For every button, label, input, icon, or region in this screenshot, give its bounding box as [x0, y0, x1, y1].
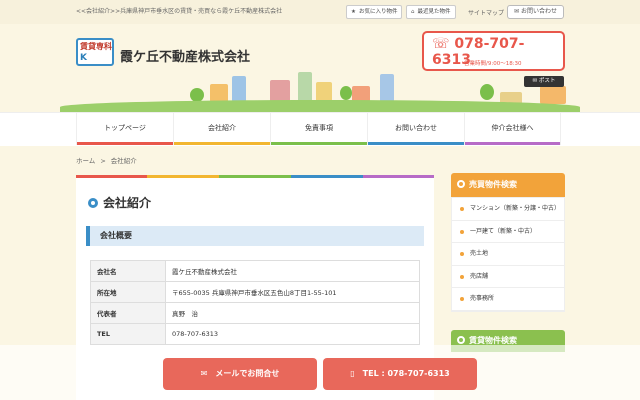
table-key: 代表者	[90, 302, 166, 324]
building-illustration	[316, 82, 332, 102]
page-title-text: 会社紹介	[103, 196, 152, 210]
recent-label: 最近見た物件	[417, 9, 451, 15]
circle-icon	[88, 198, 98, 208]
table-row: 会社名 霞ケ丘不動産株式会社	[90, 260, 420, 282]
contact-top-label: お問い合わせ	[520, 8, 557, 15]
company-info-table: 会社名 霞ケ丘不動産株式会社 所在地 〒655-0035 兵庫県神戸市垂水区五色…	[90, 260, 420, 345]
table-key: TEL	[90, 323, 166, 345]
nav-underline	[465, 142, 560, 145]
sidebar-item-shop[interactable]: 売店舗	[452, 266, 564, 289]
sidebar-item-office[interactable]: 売事務所	[452, 288, 564, 311]
table-value: 真野 治	[165, 302, 420, 324]
contact-top-button[interactable]: ✉ お問い合わせ	[507, 5, 564, 19]
table-value: 〒655-0035 兵庫県神戸市垂水区五色山8丁目1-55-101	[165, 281, 420, 303]
mail-contact-label: メールでお問合せ	[215, 369, 280, 378]
circle-icon	[457, 336, 465, 344]
sidebar-heading-text: 売買物件検索	[469, 180, 517, 189]
top-breadcrumb[interactable]: <<会社紹介>>兵庫県神戸市垂水区の賃貸・売買なら霞ケ丘不動産株式会社	[76, 6, 282, 15]
table-row: 所在地 〒655-0035 兵庫県神戸市垂水区五色山8丁目1-55-101	[90, 281, 420, 303]
house-icon: ⌂	[411, 9, 415, 15]
mail-icon: ✉	[200, 369, 208, 378]
cta-overlay	[0, 345, 640, 400]
nav-item-agents[interactable]: 仲介会社様へ	[464, 113, 561, 145]
nav-item-disclaimer[interactable]: 免責事項	[270, 113, 367, 145]
site-header: 賃貸専科 K 霞ケ丘不動産株式会社 ☏ 078-707-6313 営業時間/9:…	[0, 24, 640, 112]
mail-icon: ✉	[514, 8, 521, 15]
business-hours: 営業時間/9:00～18:30	[464, 61, 522, 67]
circle-icon	[457, 180, 465, 188]
sidebar-list: マンション（新築・分譲・中古） 一戸建て（新築・中古） 売土地 売店舗 売事務所	[451, 197, 565, 312]
nav-underline	[77, 142, 173, 145]
tree-illustration	[480, 84, 494, 100]
sitemap-link[interactable]: サイトマップ	[468, 8, 504, 17]
nav-label: 仲介会社様へ	[491, 124, 534, 132]
nav-label: お問い合わせ	[395, 124, 437, 132]
section-heading: 会社概要	[86, 226, 424, 246]
house-illustration	[540, 86, 566, 104]
nav-item-top[interactable]: トップページ	[76, 113, 173, 145]
grass-illustration	[60, 100, 580, 112]
nav-underline	[271, 142, 367, 145]
nav-item-company[interactable]: 会社紹介	[173, 113, 270, 145]
phone-icon: ☏	[432, 36, 455, 52]
recent-button[interactable]: ⌂ 最近見た物件	[406, 5, 456, 19]
main-nav: トップページ 会社紹介 免責事項 お問い合わせ 仲介会社様へ	[0, 112, 640, 146]
header-tel-box[interactable]: ☏ 078-707-6313 営業時間/9:00～18:30	[422, 31, 565, 71]
sidebar-rent-heading-text: 賃貸物件検索	[469, 336, 517, 345]
table-row: 代表者 真野 治	[90, 302, 420, 324]
post-label: ポスト	[538, 78, 556, 84]
table-key: 会社名	[90, 260, 166, 282]
breadcrumb-current: 会社紹介	[110, 157, 137, 165]
mobile-phone-icon: ▯	[350, 369, 355, 378]
logo[interactable]: 賃貸専科 K	[76, 38, 114, 66]
tree-illustration	[340, 86, 352, 100]
table-value: 霞ケ丘不動産株式会社	[165, 260, 420, 282]
top-bar: <<会社紹介>>兵庫県神戸市垂水区の賃貸・売買なら霞ケ丘不動産株式会社 ★ お気に…	[0, 0, 640, 24]
mail-contact-button[interactable]: ✉ メールでお問合せ	[163, 358, 317, 390]
building-illustration	[270, 80, 290, 102]
company-name[interactable]: 霞ケ丘不動産株式会社	[120, 46, 250, 65]
nav-label: トップページ	[104, 124, 146, 132]
table-value: 078-707-6313	[165, 323, 420, 345]
table-key: 所在地	[90, 281, 166, 303]
nav-underline	[174, 142, 270, 145]
nav-underline	[368, 142, 464, 145]
logo-text-top: 賃貸専科	[80, 42, 112, 51]
star-icon: ★	[351, 9, 356, 15]
nav-label: 免責事項	[305, 124, 333, 132]
post-tag: ✉ ポスト	[524, 76, 564, 87]
nav-label: 会社紹介	[208, 124, 236, 132]
page-title: 会社紹介	[88, 194, 151, 211]
sidebar-item-house[interactable]: 一戸建て（新築・中古）	[452, 221, 564, 244]
building-illustration	[298, 72, 312, 102]
favorites-label: お気に入り物件	[358, 9, 398, 15]
sidebar-item-land[interactable]: 売土地	[452, 243, 564, 266]
tel-contact-label: TEL : 078-707-6313	[362, 369, 450, 378]
breadcrumb: ホーム > 会社紹介	[76, 155, 137, 165]
building-illustration	[232, 76, 246, 102]
favorites-button[interactable]: ★ お気に入り物件	[346, 5, 403, 19]
logo-text-bottom: K	[80, 53, 87, 63]
breadcrumb-home[interactable]: ホーム	[76, 157, 95, 165]
house-illustration	[210, 84, 228, 102]
building-illustration	[380, 74, 394, 102]
sidebar-heading: 売買物件検索	[451, 173, 565, 197]
sidebar-sale-search: 売買物件検索 マンション（新築・分譲・中古） 一戸建て（新築・中古） 売土地 売…	[451, 173, 565, 312]
sidebar-item-mansion[interactable]: マンション（新築・分譲・中古）	[452, 198, 564, 221]
table-row: TEL 078-707-6313	[90, 323, 420, 345]
breadcrumb-separator: >	[100, 157, 106, 165]
tel-contact-button[interactable]: ▯ TEL : 078-707-6313	[323, 358, 477, 390]
nav-item-contact[interactable]: お問い合わせ	[367, 113, 464, 145]
